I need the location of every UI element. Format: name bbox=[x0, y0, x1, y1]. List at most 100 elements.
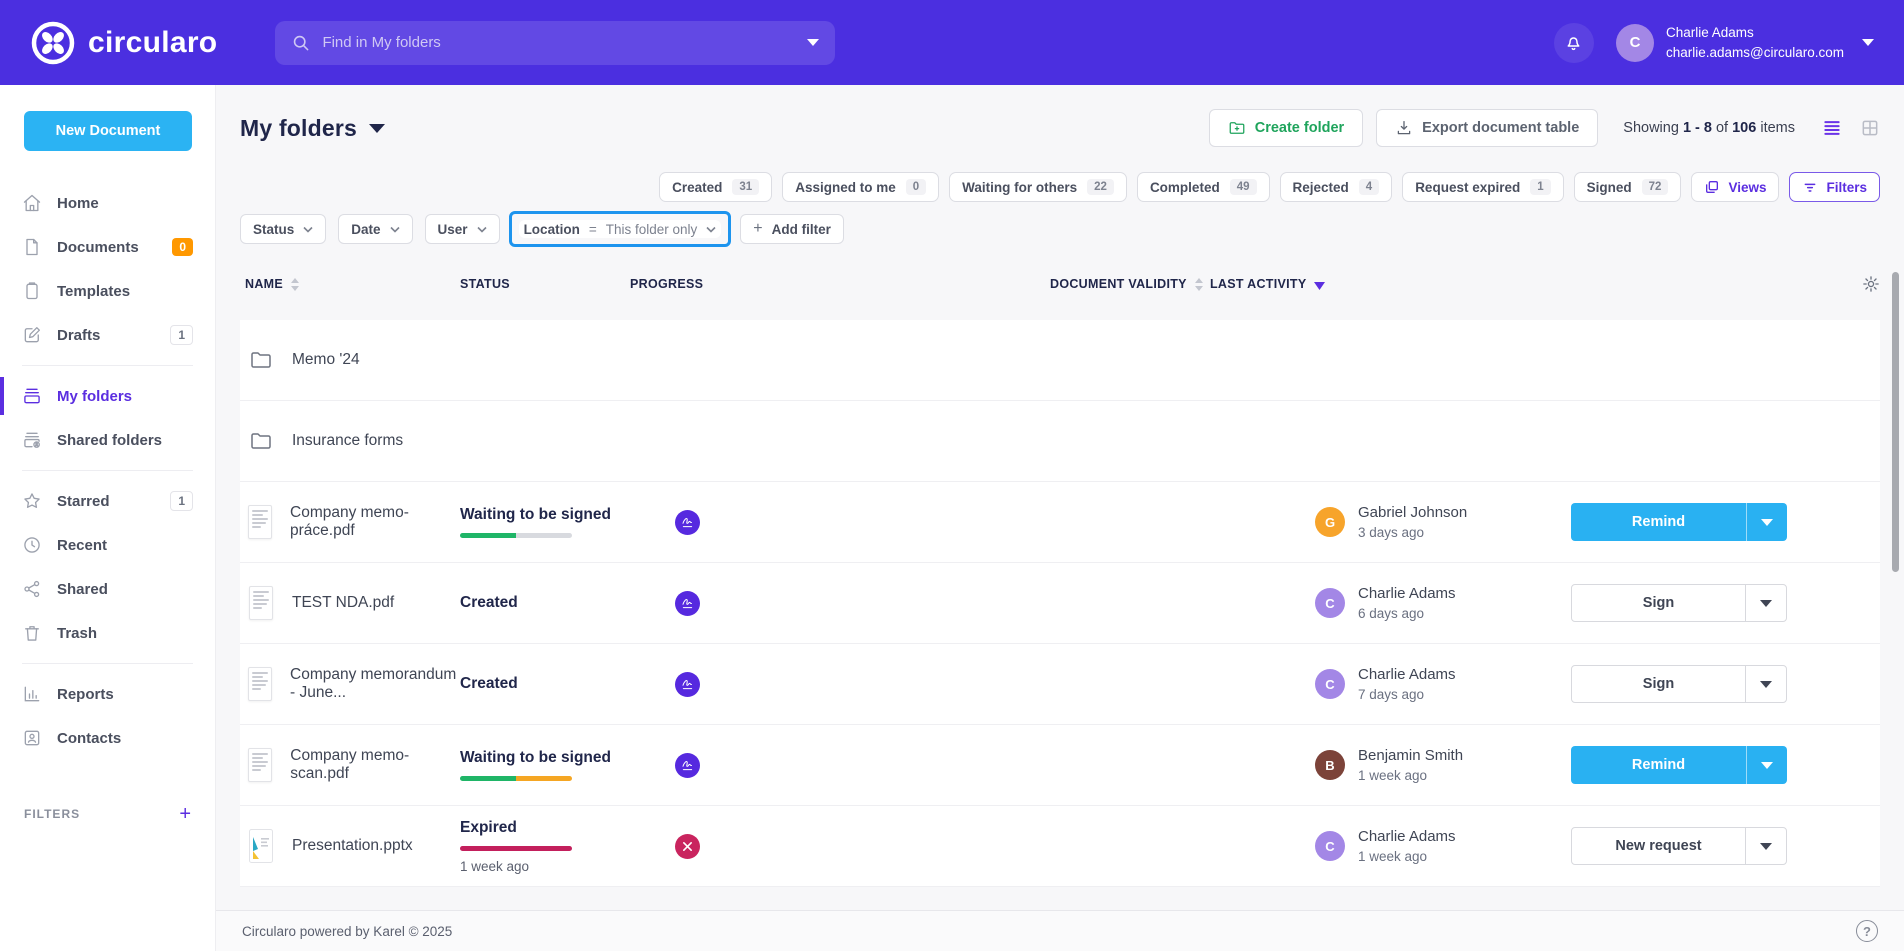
chip-completed[interactable]: Completed49 bbox=[1137, 172, 1270, 202]
search-input[interactable] bbox=[322, 34, 801, 51]
table-row-document[interactable]: Company memo- práce.pdf Waiting to be si… bbox=[240, 482, 1880, 563]
column-header-progress: PROGRESS bbox=[630, 277, 1050, 291]
notifications-button[interactable] bbox=[1554, 23, 1594, 63]
status-filter-dropdown[interactable]: Status bbox=[240, 214, 326, 244]
presentation-thumbnail bbox=[248, 829, 274, 863]
chip-waiting-for-others[interactable]: Waiting for others22 bbox=[949, 172, 1127, 202]
sign-button[interactable]: Sign bbox=[1572, 585, 1745, 621]
sidebar-item-documents[interactable]: Documents 0 bbox=[0, 225, 215, 269]
filter-bar: Status Date User Location = This folder … bbox=[240, 214, 1880, 244]
showing-items-count: Showing 1 - 8 of 106 items bbox=[1623, 120, 1795, 136]
grid-view-icon[interactable] bbox=[1860, 118, 1880, 138]
row-action: Remind bbox=[1571, 503, 1787, 541]
circularo-logo-icon bbox=[30, 20, 76, 66]
sidebar-item-reports[interactable]: Reports bbox=[0, 672, 215, 716]
date-filter-dropdown[interactable]: Date bbox=[338, 214, 412, 244]
chip-assigned-to-me[interactable]: Assigned to me0 bbox=[782, 172, 939, 202]
table-row-folder[interactable]: Insurance forms bbox=[240, 401, 1880, 482]
views-button[interactable]: Views bbox=[1691, 172, 1779, 202]
action-dropdown-caret[interactable] bbox=[1745, 828, 1786, 864]
search-scope-caret-icon[interactable] bbox=[807, 39, 819, 46]
vertical-scrollbar[interactable] bbox=[1892, 272, 1899, 572]
user-filter-dropdown[interactable]: User bbox=[425, 214, 500, 244]
gear-icon[interactable] bbox=[1862, 275, 1880, 293]
view-switcher bbox=[1822, 118, 1880, 138]
user-menu-caret-icon bbox=[1862, 39, 1874, 46]
sidebar-item-recent[interactable]: Recent bbox=[0, 523, 215, 567]
row-status: Created bbox=[460, 594, 630, 612]
new-document-button[interactable]: New Document bbox=[24, 111, 192, 151]
sidebar-item-label: Templates bbox=[57, 283, 130, 300]
chip-signed[interactable]: Signed72 bbox=[1574, 172, 1682, 202]
column-header-name[interactable]: NAME bbox=[240, 277, 460, 291]
topbar-right: C Charlie Adams charlie.adams@circularo.… bbox=[1554, 23, 1874, 63]
list-view-icon[interactable] bbox=[1822, 118, 1842, 138]
chip-rejected[interactable]: Rejected4 bbox=[1280, 172, 1393, 202]
user-email: charlie.adams@circularo.com bbox=[1666, 43, 1844, 63]
row-progress bbox=[630, 591, 1050, 616]
table-row-document[interactable]: Presentation.pptx Expired 1 week ago C bbox=[240, 806, 1880, 887]
action-dropdown-caret[interactable] bbox=[1745, 585, 1786, 621]
user-menu[interactable]: C Charlie Adams charlie.adams@circularo.… bbox=[1616, 23, 1874, 62]
sidebar-item-shared[interactable]: Shared bbox=[0, 567, 215, 611]
item-name: Presentation.pptx bbox=[292, 837, 413, 855]
chevron-down-icon bbox=[706, 226, 716, 233]
chip-count: 22 bbox=[1087, 179, 1114, 195]
remind-button[interactable]: Remind bbox=[1571, 503, 1746, 541]
remind-button[interactable]: Remind bbox=[1571, 746, 1746, 784]
page-title: My folders bbox=[240, 115, 357, 142]
export-document-table-button[interactable]: Export document table bbox=[1376, 109, 1598, 147]
folder-plus-icon bbox=[1228, 119, 1246, 137]
global-search[interactable] bbox=[275, 21, 835, 65]
create-folder-button[interactable]: Create folder bbox=[1209, 109, 1363, 147]
page-header: My folders Create folder Export document… bbox=[240, 108, 1880, 148]
user-avatar: C bbox=[1616, 24, 1654, 62]
last-activity: B Benjamin Smith 1 week ago bbox=[1210, 747, 1463, 783]
add-saved-filter-button[interactable]: + bbox=[179, 804, 191, 824]
activity-time: 7 days ago bbox=[1358, 687, 1456, 702]
table-row-document[interactable]: Company memorandum - June... Created C bbox=[240, 644, 1880, 725]
help-icon[interactable]: ? bbox=[1856, 920, 1878, 942]
chip-request-expired[interactable]: Request expired1 bbox=[1402, 172, 1563, 202]
new-request-button[interactable]: New request bbox=[1572, 828, 1745, 864]
chip-count: 1 bbox=[1530, 179, 1550, 195]
sort-icon bbox=[1194, 278, 1204, 291]
sidebar-item-drafts[interactable]: Drafts 1 bbox=[0, 313, 215, 357]
action-dropdown-caret[interactable] bbox=[1745, 666, 1786, 702]
table-row-document[interactable]: Company memo- scan.pdf Waiting to be sig… bbox=[240, 725, 1880, 806]
item-name: Company memo- práce.pdf bbox=[290, 504, 460, 540]
column-header-validity[interactable]: DOCUMENT VALIDITY bbox=[1050, 277, 1210, 291]
sidebar-item-my-folders[interactable]: My folders bbox=[0, 374, 215, 418]
filters-button[interactable]: Filters bbox=[1789, 172, 1880, 202]
status-text: Expired bbox=[460, 819, 630, 837]
sort-icon bbox=[290, 278, 300, 291]
sidebar-item-label: Documents bbox=[57, 239, 139, 256]
sidebar-item-contacts[interactable]: Contacts bbox=[0, 716, 215, 760]
chip-created[interactable]: Created31 bbox=[659, 172, 772, 202]
row-name-cell: Insurance forms bbox=[240, 429, 630, 453]
add-filter-button[interactable]: + Add filter bbox=[740, 214, 844, 244]
table-row-folder[interactable]: Memo '24 bbox=[240, 320, 1880, 401]
sidebar-item-templates[interactable]: Templates bbox=[0, 269, 215, 313]
sidebar-item-starred[interactable]: Starred 1 bbox=[0, 479, 215, 523]
folder-icon bbox=[248, 348, 274, 372]
clipboard-icon bbox=[22, 281, 42, 301]
activity-time: 3 days ago bbox=[1358, 525, 1467, 540]
sidebar-item-shared-folders[interactable]: Shared folders bbox=[0, 418, 215, 462]
action-dropdown-caret[interactable] bbox=[1746, 746, 1787, 784]
plus-icon: + bbox=[753, 220, 762, 238]
sidebar-item-trash[interactable]: Trash bbox=[0, 611, 215, 655]
sort-desc-icon bbox=[1314, 282, 1325, 290]
table-header: NAME STATUS PROGRESS DOCUMENT VALIDITY L… bbox=[240, 268, 1880, 300]
views-icon bbox=[1704, 179, 1720, 195]
sidebar-item-home[interactable]: Home bbox=[0, 181, 215, 225]
row-name-cell: Company memo- scan.pdf bbox=[240, 747, 460, 783]
column-header-last-activity[interactable]: LAST ACTIVITY bbox=[1210, 277, 1850, 291]
bell-icon bbox=[1563, 32, 1584, 53]
sign-button[interactable]: Sign bbox=[1572, 666, 1745, 702]
table-row-document[interactable]: TEST NDA.pdf Created C Char bbox=[240, 563, 1880, 644]
action-dropdown-caret[interactable] bbox=[1746, 503, 1787, 541]
status-text: Waiting to be signed bbox=[460, 749, 630, 767]
location-filter-dropdown[interactable]: Location = This folder only bbox=[519, 220, 722, 238]
folder-menu-caret-icon[interactable] bbox=[369, 124, 385, 133]
